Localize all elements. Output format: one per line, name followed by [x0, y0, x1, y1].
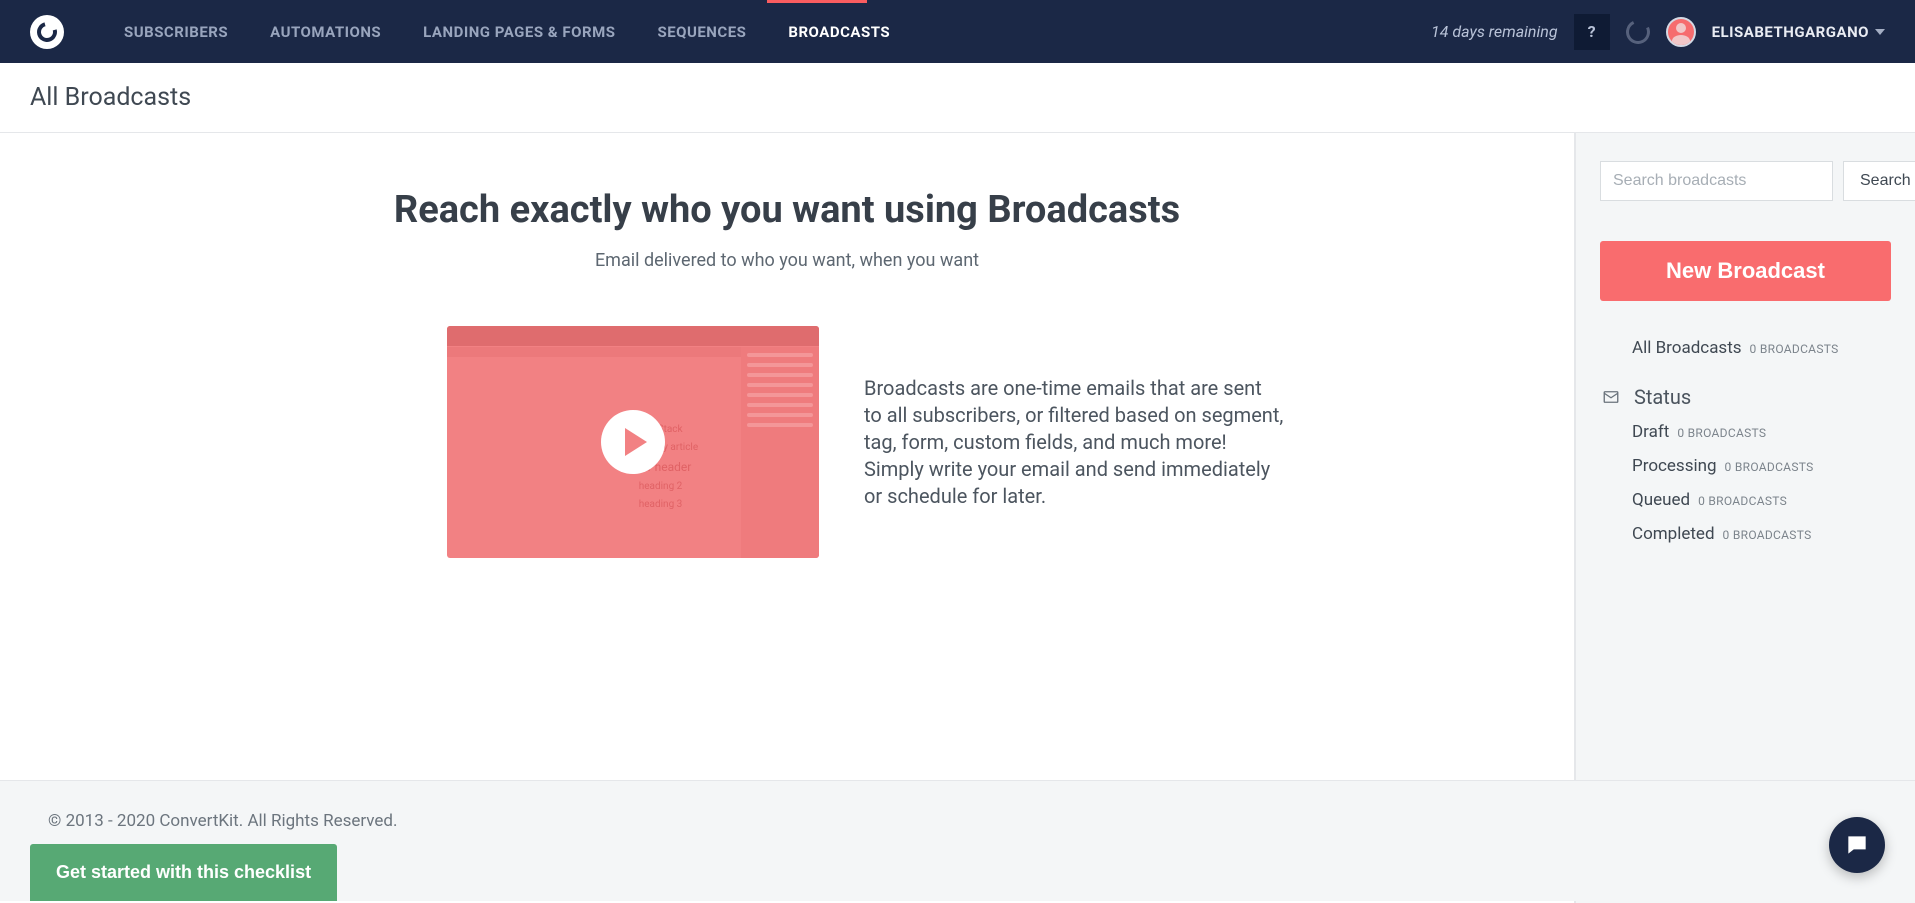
sidebar-item-count: 0 BROADCASTS [1677, 426, 1766, 440]
hero-title: Reach exactly who you want using Broadca… [257, 188, 1317, 232]
search-input[interactable] [1600, 161, 1833, 201]
sidebar-status-completed[interactable]: Completed 0 BROADCASTS [1600, 517, 1891, 551]
status-label: Status [1634, 385, 1691, 409]
nav-automations[interactable]: AUTOMATIONS [270, 23, 381, 41]
hero-subtitle: Email delivered to who you want, when yo… [257, 250, 1317, 271]
sidebar-item-count: 0 BROADCASTS [1723, 528, 1812, 542]
hero-description: Broadcasts are one-time emails that are … [864, 375, 1284, 510]
footer: © 2013 - 2020 ConvertKit. All Rights Res… [0, 780, 1915, 901]
status-header: Status [1600, 385, 1891, 409]
search-button[interactable]: Search [1843, 161, 1915, 201]
chat-icon [1844, 832, 1870, 858]
sidebar-item-label: Processing [1632, 456, 1717, 476]
chat-widget[interactable] [1829, 817, 1885, 873]
sidebar-item-count: 0 BROADCASTS [1698, 494, 1787, 508]
user-menu[interactable]: ELISABETHGARGANO [1712, 23, 1885, 41]
chevron-down-icon [1875, 29, 1885, 35]
checklist-button[interactable]: Get started with this checklist [30, 844, 337, 901]
mail-icon [1602, 388, 1620, 406]
nav-links: SUBSCRIBERS AUTOMATIONS LANDING PAGES & … [124, 23, 890, 41]
sidebar-item-label: All Broadcasts [1632, 338, 1742, 358]
page-header: All Broadcasts [0, 63, 1915, 133]
nav-accent [767, 0, 867, 3]
page-title: All Broadcasts [30, 83, 1885, 112]
username-label: ELISABETHGARGANO [1712, 23, 1869, 41]
sidebar-item-label: Draft [1632, 422, 1669, 442]
sidebar-item-label: Completed [1632, 524, 1715, 544]
hero: Reach exactly who you want using Broadca… [257, 188, 1317, 558]
nav-right: 14 days remaining ? ELISABETHGARGANO [1431, 14, 1885, 50]
sidebar-all-broadcasts[interactable]: All Broadcasts 0 BROADCASTS [1600, 331, 1891, 365]
help-button[interactable]: ? [1574, 14, 1610, 50]
avatar[interactable] [1666, 17, 1696, 47]
nav-broadcasts[interactable]: BROADCASTS [788, 23, 890, 41]
sidebar-item-label: Queued [1632, 490, 1690, 510]
sidebar-item-count: 0 BROADCASTS [1725, 460, 1814, 474]
trial-remaining: 14 days remaining [1431, 22, 1558, 41]
video-thumbnail[interactable]: The Stack This is my article new header … [447, 326, 819, 558]
nav-subscribers[interactable]: SUBSCRIBERS [124, 23, 228, 41]
play-icon [601, 410, 665, 474]
logo-icon[interactable] [30, 15, 64, 49]
sidebar-item-count: 0 BROADCASTS [1750, 342, 1839, 356]
loading-icon [1622, 16, 1653, 47]
hero-body: The Stack This is my article new header … [257, 326, 1317, 558]
nav-sequences[interactable]: SEQUENCES [657, 23, 746, 41]
nav-landing-pages[interactable]: LANDING PAGES & FORMS [423, 23, 615, 41]
new-broadcast-button[interactable]: New Broadcast [1600, 241, 1891, 301]
sidebar-status-draft[interactable]: Draft 0 BROADCASTS [1600, 415, 1891, 449]
sidebar-status-processing[interactable]: Processing 0 BROADCASTS [1600, 449, 1891, 483]
top-nav: SUBSCRIBERS AUTOMATIONS LANDING PAGES & … [0, 0, 1915, 63]
search-row: Search [1600, 161, 1891, 201]
sidebar-status-queued[interactable]: Queued 0 BROADCASTS [1600, 483, 1891, 517]
